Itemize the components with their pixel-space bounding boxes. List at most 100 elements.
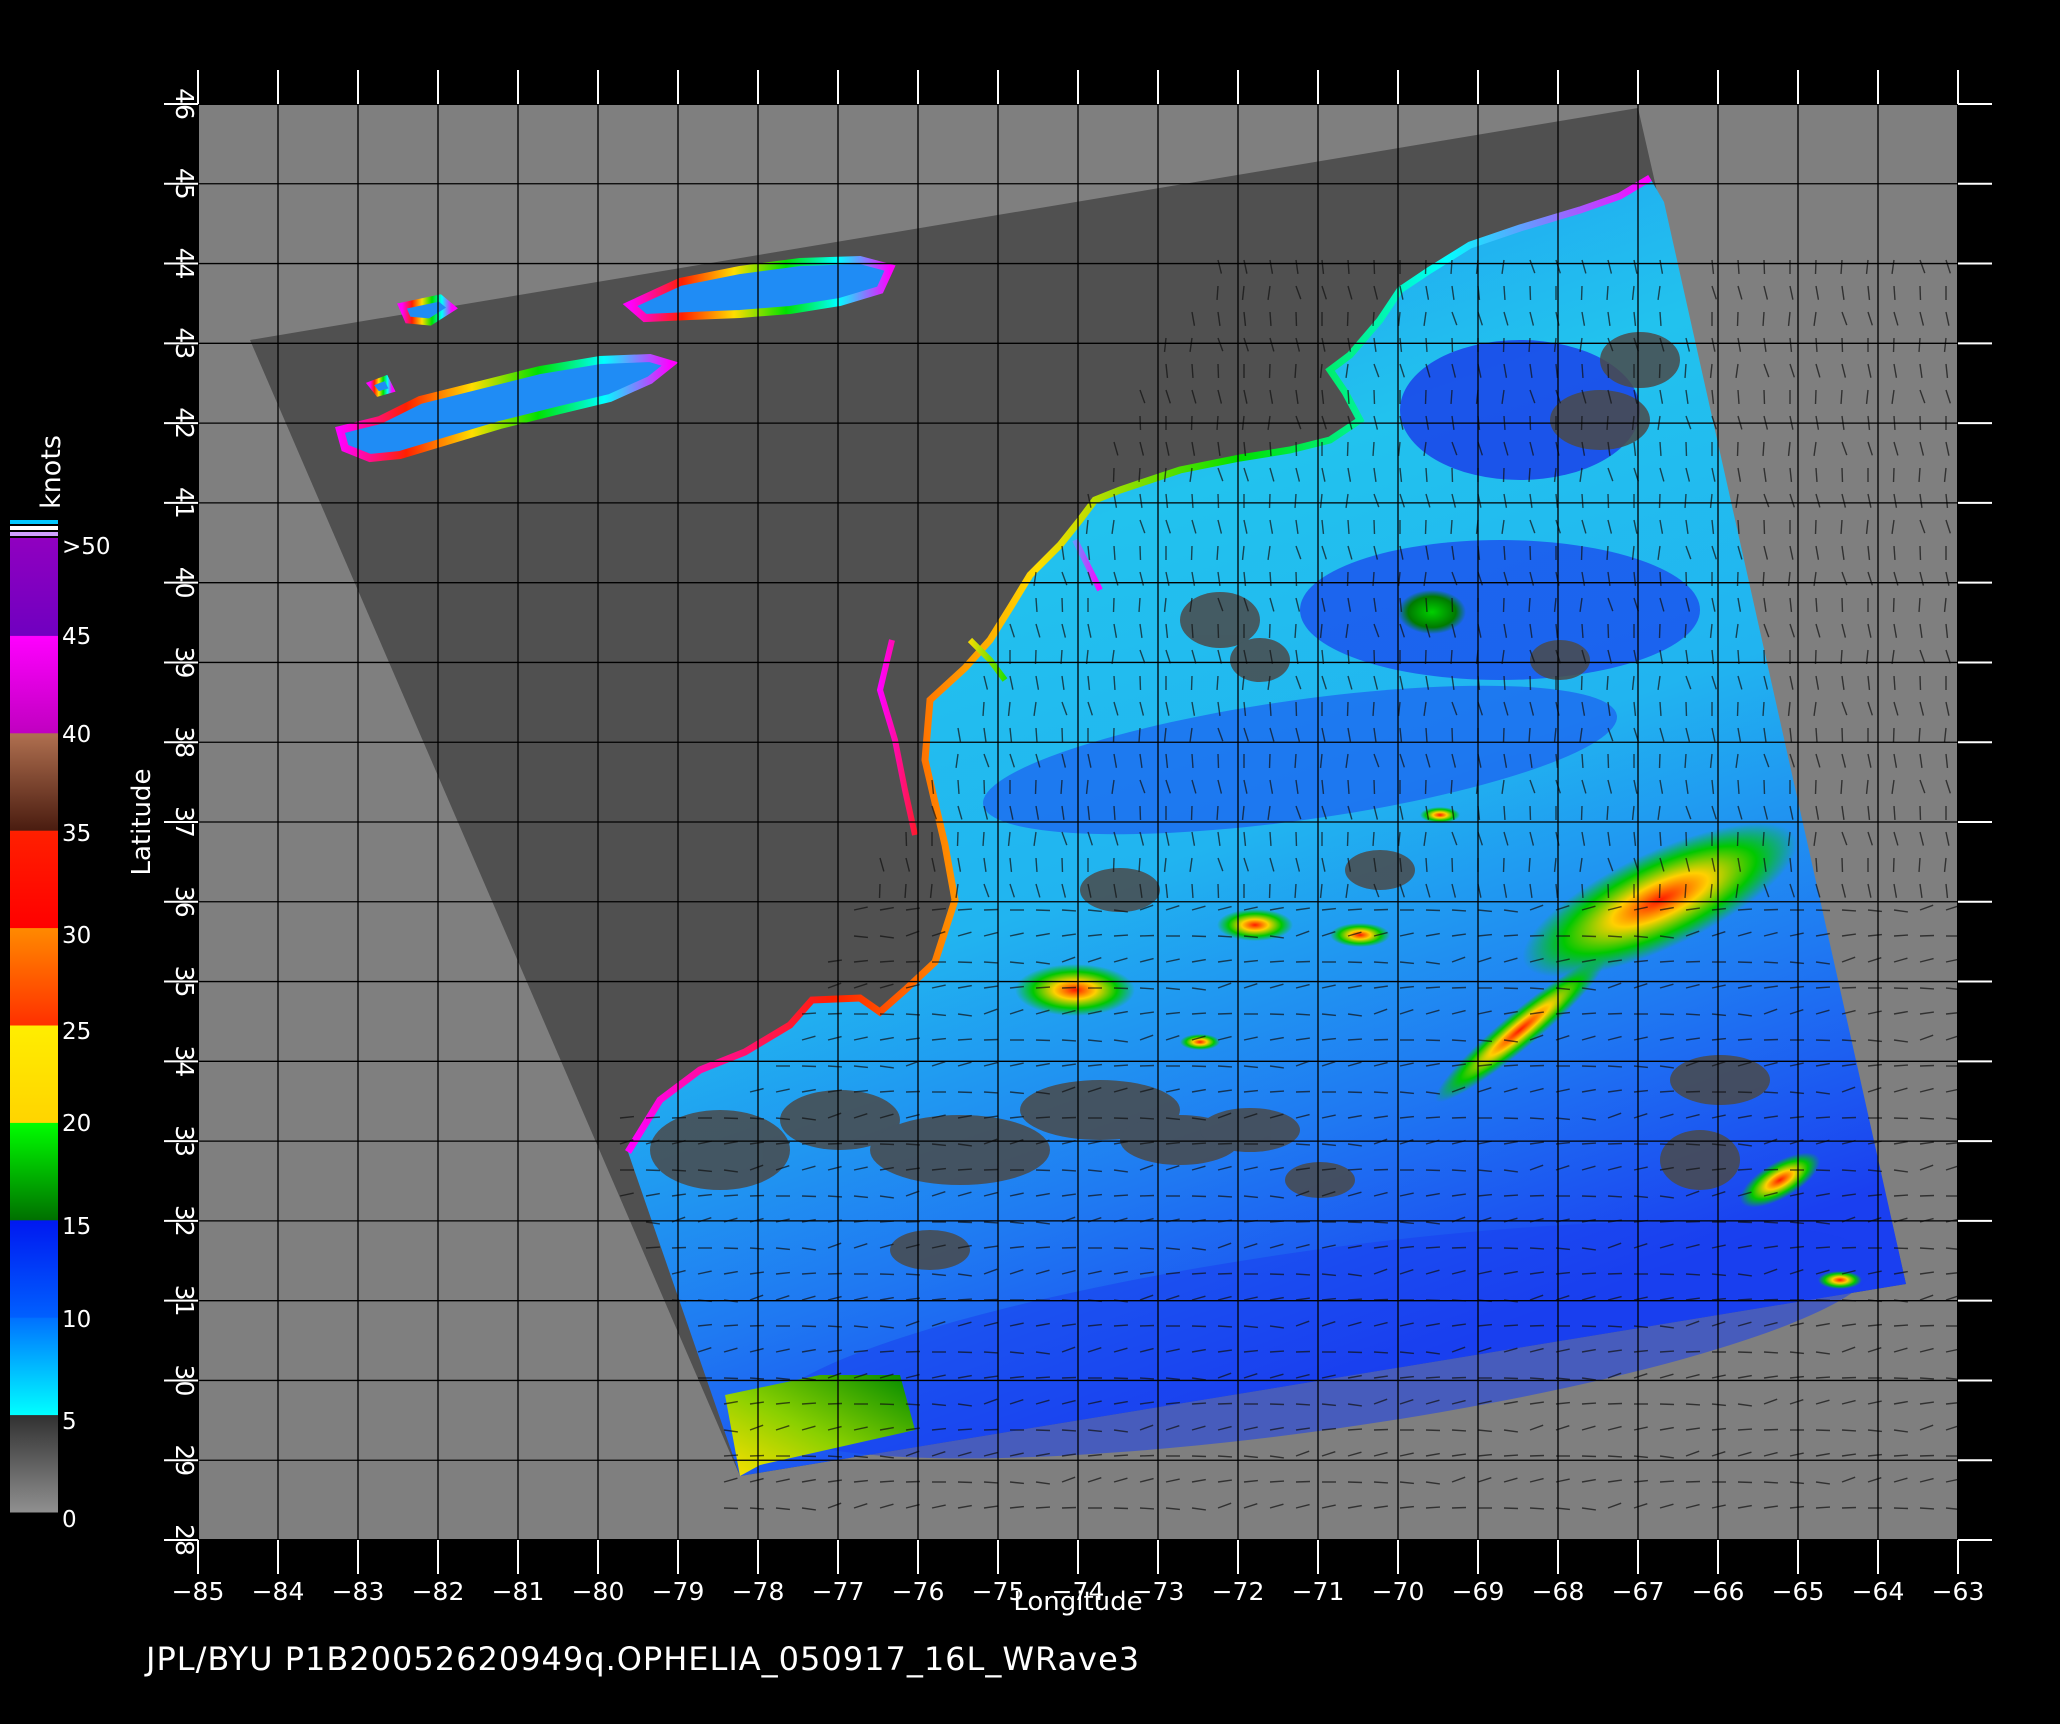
wind-barb bbox=[984, 1352, 998, 1353]
wind-barb bbox=[1295, 754, 1296, 768]
wind-barb bbox=[1192, 1013, 1206, 1014]
wind-barb bbox=[1841, 260, 1842, 274]
wind-barb bbox=[1763, 832, 1764, 846]
lat-tick-label: 34 bbox=[170, 1045, 199, 1077]
lat-tick-label: 33 bbox=[170, 1125, 199, 1157]
legend-unit: knots bbox=[36, 435, 67, 509]
wind-barb bbox=[1816, 728, 1817, 742]
wind-barb bbox=[1919, 598, 1920, 612]
wind-barb bbox=[1660, 1091, 1674, 1092]
wind-barb bbox=[646, 1117, 660, 1118]
wind-barb bbox=[1452, 1170, 1466, 1171]
wind-barb bbox=[750, 1378, 764, 1379]
wind-barb bbox=[724, 1325, 738, 1326]
wind-barb bbox=[1660, 1351, 1674, 1352]
lat-tick-label: 44 bbox=[170, 248, 199, 280]
lat-tick-label: 28 bbox=[170, 1524, 199, 1556]
wind-barb bbox=[1582, 1273, 1596, 1274]
lat-tick-label: 31 bbox=[170, 1285, 199, 1317]
wind-barb bbox=[1139, 858, 1140, 872]
wind-barb bbox=[1452, 1040, 1466, 1041]
wind-barb bbox=[1660, 961, 1674, 962]
wind-barb bbox=[1192, 1403, 1206, 1404]
wind-barb bbox=[1295, 494, 1296, 508]
lat-tick-label: 36 bbox=[170, 886, 199, 918]
wind-barb bbox=[802, 1143, 816, 1144]
wind-barb bbox=[1530, 1248, 1544, 1249]
wind-barb bbox=[1036, 598, 1037, 612]
wind-barb bbox=[1217, 546, 1218, 560]
wind-barb bbox=[1894, 1195, 1908, 1196]
wind-barb bbox=[1218, 1456, 1232, 1457]
lon-tick-label: −79 bbox=[652, 1577, 705, 1606]
wind-barb bbox=[802, 1273, 816, 1274]
wind-barb bbox=[1374, 1482, 1388, 1483]
lon-tick-label: −76 bbox=[892, 1577, 945, 1606]
wind-barb bbox=[1841, 780, 1842, 794]
wind-barb bbox=[1062, 910, 1076, 911]
wind-barb bbox=[1608, 1326, 1622, 1327]
wind-barb bbox=[958, 1169, 972, 1170]
wind-barb bbox=[1373, 832, 1374, 846]
lat-tick-label: 32 bbox=[170, 1205, 199, 1237]
wind-barb bbox=[1894, 1455, 1908, 1456]
lon-tick-label: −63 bbox=[1932, 1577, 1985, 1606]
wind-barb bbox=[1295, 624, 1296, 638]
storm-cell-b bbox=[1330, 923, 1390, 947]
lat-tick-label: 41 bbox=[170, 487, 199, 519]
wind-barb bbox=[1608, 1456, 1622, 1457]
wind-barb bbox=[1816, 858, 1817, 872]
wind-barb bbox=[905, 884, 906, 898]
wind-barb bbox=[1426, 858, 1427, 872]
wind-barb bbox=[1348, 1039, 1362, 1040]
wind-barb bbox=[1686, 1014, 1700, 1015]
legend-band bbox=[10, 733, 58, 831]
wind-barb bbox=[1816, 1117, 1830, 1118]
storm-cell-nc bbox=[1015, 964, 1135, 1016]
lake-small bbox=[370, 378, 392, 394]
wind-barb bbox=[1660, 702, 1661, 716]
lat-tick-label: 35 bbox=[170, 966, 199, 998]
wind-barb bbox=[1114, 806, 1115, 820]
lat-tick-label: 40 bbox=[170, 567, 199, 599]
wind-barb bbox=[1920, 1118, 1934, 1119]
wind-barb bbox=[1451, 520, 1452, 534]
wind-barb bbox=[1426, 1507, 1440, 1508]
wind-barb bbox=[1374, 1222, 1388, 1223]
wind-barb bbox=[1763, 702, 1764, 716]
wind-barb bbox=[1685, 364, 1686, 378]
lon-tick-label: −80 bbox=[572, 1577, 625, 1606]
wind-barb bbox=[1816, 338, 1817, 352]
wind-barb bbox=[1738, 520, 1739, 534]
wind-barb bbox=[1270, 961, 1284, 962]
wind-barb bbox=[1036, 728, 1037, 742]
wind-barb bbox=[1842, 910, 1856, 911]
wind-barb bbox=[750, 1248, 764, 1249]
wind-barb bbox=[1529, 338, 1530, 352]
wind-barb bbox=[1530, 988, 1544, 989]
wind-barb bbox=[1504, 1195, 1518, 1196]
wind-barb bbox=[1504, 935, 1518, 936]
wind-barb bbox=[672, 1170, 686, 1171]
wind-barb bbox=[1582, 494, 1583, 508]
wind-barb bbox=[983, 702, 984, 716]
wind-barb bbox=[1114, 1195, 1128, 1196]
wind-barb bbox=[1529, 858, 1530, 872]
green-patch-north bbox=[1398, 590, 1466, 634]
wind-barb bbox=[1738, 260, 1739, 274]
wind-barb bbox=[1841, 390, 1842, 404]
wind-barb bbox=[1296, 1014, 1310, 1015]
wind-barb bbox=[1894, 286, 1895, 300]
wind-speed-legend: >50454035302520151050 bbox=[10, 520, 111, 1533]
wind-barb bbox=[1660, 572, 1661, 586]
wind-barb bbox=[1685, 754, 1686, 768]
wind-barb bbox=[1920, 1248, 1934, 1249]
wind-barb bbox=[1920, 1378, 1934, 1379]
legend-label: 5 bbox=[62, 1409, 77, 1435]
footer-caption: JPL/BYU P1B20052620949q.OPHELIA_050917_1… bbox=[146, 1640, 1140, 1678]
wind-barb bbox=[880, 961, 894, 962]
lon-tick-label: −82 bbox=[412, 1577, 465, 1606]
wind-barb bbox=[958, 780, 959, 794]
wind-barb bbox=[958, 1429, 972, 1430]
legend-band bbox=[10, 538, 58, 636]
